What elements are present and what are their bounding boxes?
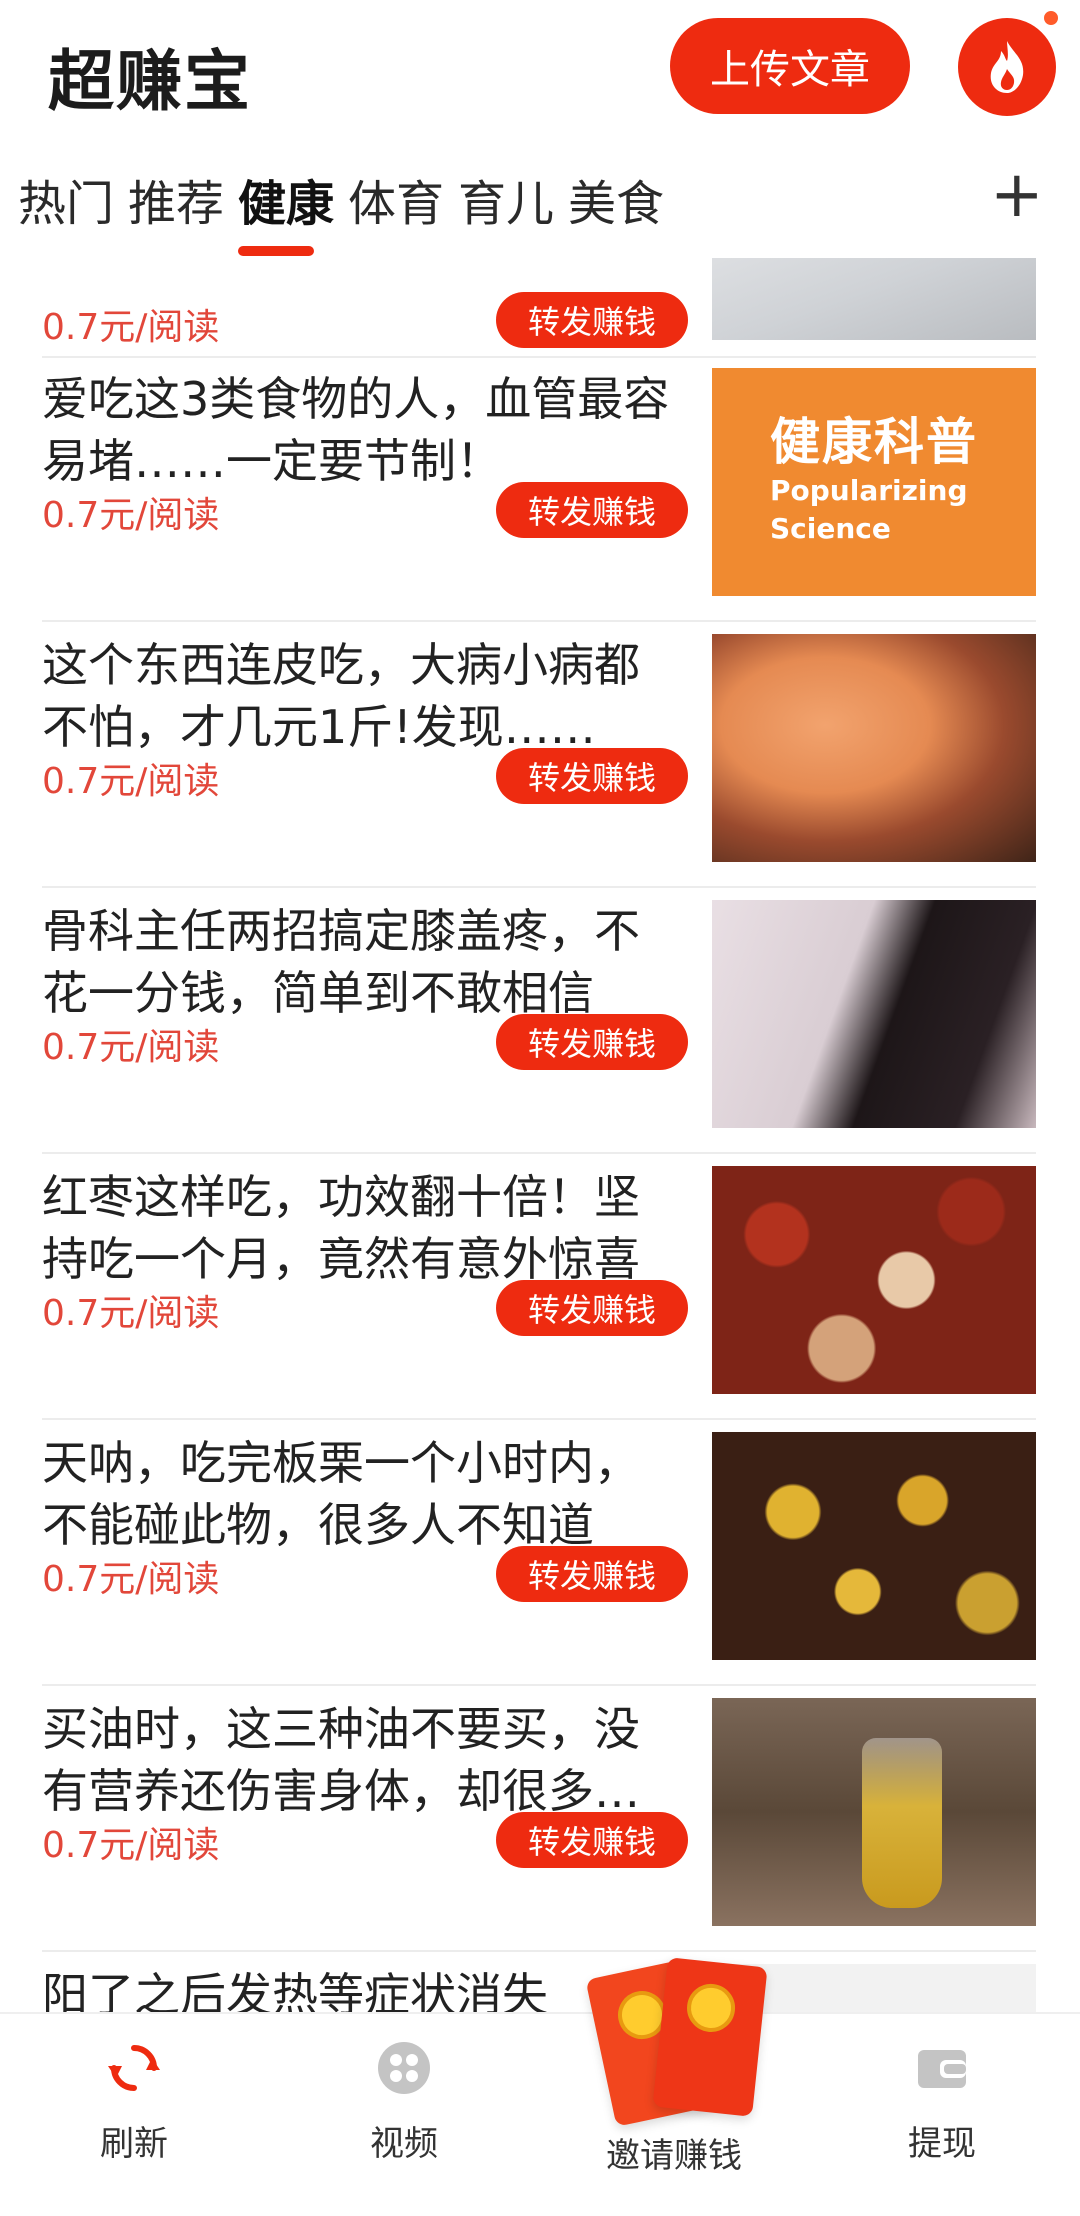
divider [42, 356, 1036, 358]
article-thumbnail [712, 1698, 1036, 1926]
hot-button[interactable] [958, 18, 1056, 116]
upload-article-button[interactable]: 上传文章 [670, 18, 910, 114]
active-tab-indicator [238, 246, 314, 256]
article-card[interactable]: 阳了之后发热等症状消失 [42, 1964, 1036, 2012]
nav-video[interactable]: 视频 [314, 2038, 494, 2165]
nav-label: 提现 [908, 2124, 976, 2164]
divider [42, 1152, 1036, 1154]
article-thumbnail [712, 634, 1036, 862]
article-price: 0.7元/阅读 [42, 761, 220, 802]
article-price: 0.7元/阅读 [42, 307, 220, 348]
nav-withdraw[interactable]: 提现 [852, 2038, 1032, 2165]
share-earn-button[interactable]: 转发赚钱 [496, 1014, 688, 1070]
share-earn-button[interactable]: 转发赚钱 [496, 292, 688, 348]
article-card[interactable]: 买油时，这三种油不要买，没有营养还伤害身体，却很多人买 0.7元/阅读 转发赚钱 [42, 1698, 1036, 1964]
article-card[interactable]: 骨科主任两招搞定膝盖疼，不花一分钱，简单到不敢相信 0.7元/阅读 转发赚钱 [42, 900, 1036, 1166]
article-card[interactable]: 天呐，吃完板栗一个小时内，不能碰此物，很多人不知道 0.7元/阅读 转发赚钱 [42, 1432, 1036, 1698]
tab-recommend[interactable]: 推荐 [128, 164, 224, 234]
article-price: 0.7元/阅读 [42, 1293, 220, 1334]
article-title: 骨科主任两招搞定膝盖疼，不花一分钱，简单到不敢相信 [42, 904, 640, 1020]
tab-health[interactable]: 健康 [238, 164, 334, 234]
tab-hot[interactable]: 热门 [18, 164, 114, 234]
article-thumbnail [712, 258, 1036, 340]
share-earn-button[interactable]: 转发赚钱 [496, 1812, 688, 1868]
share-earn-button[interactable]: 转发赚钱 [496, 1546, 688, 1602]
category-tabs: 热门 推荐 健康 体育 育儿 美食 + [0, 150, 1080, 258]
tab-food[interactable]: 美食 [568, 164, 664, 234]
divider [42, 1684, 1036, 1686]
nav-refresh[interactable]: 刷新 [44, 2038, 224, 2165]
thumbnail-caption-en: Popularizing Science [770, 472, 968, 548]
divider [42, 886, 1036, 888]
thumbnail-caption-en-line: Popularizing [770, 474, 968, 507]
video-icon [374, 2038, 434, 2098]
article-title: 天呐，吃完板栗一个小时内，不能碰此物，很多人不知道 [42, 1436, 640, 1552]
oil-bottle-graphic [862, 1738, 942, 1908]
red-packet-envelope [652, 1957, 768, 2117]
nav-label: 视频 [370, 2124, 438, 2164]
nav-invite[interactable]: 邀请赚钱 [584, 2110, 764, 2177]
article-thumbnail [712, 1166, 1036, 1394]
article-thumbnail: 健康科普 Popularizing Science [712, 368, 1036, 596]
article-title: 爱吃这3类食物的人，血管最容易堵……一定要节制！ [42, 372, 670, 488]
divider [42, 1950, 1036, 1952]
article-price: 0.7元/阅读 [42, 1825, 220, 1866]
article-thumbnail [712, 900, 1036, 1128]
flame-icon [990, 41, 1024, 93]
wallet-icon [912, 2038, 972, 2098]
share-earn-button[interactable]: 转发赚钱 [496, 1280, 688, 1336]
article-card[interactable]: 红枣这样吃，功效翻十倍！坚持吃一个月，竟然有意外惊喜 0.7元/阅读 转发赚钱 [42, 1166, 1036, 1432]
article-card[interactable]: 这个东西连皮吃，大病小病都不怕，才几元1斤!发现…… 0.7元/阅读 转发赚钱 [42, 634, 1036, 900]
divider [42, 1418, 1036, 1420]
article-card[interactable]: 爱吃这3类食物的人，血管最容易堵……一定要节制！ 健康科普 Popularizi… [42, 368, 1036, 634]
red-packet-icon[interactable] [585, 1957, 770, 2127]
article-price: 0.7元/阅读 [42, 1559, 220, 1600]
app-title: 超赚宝 [48, 43, 252, 120]
article-title: 这个东西连皮吃，大病小病都不怕，才几元1斤!发现…… [42, 638, 640, 754]
article-feed[interactable]: 0.7元/阅读 转发赚钱 爱吃这3类食物的人，血管最容易堵……一定要节制！ 健康… [0, 258, 1080, 2012]
nav-label: 刷新 [100, 2124, 168, 2164]
article-price: 0.7元/阅读 [42, 1027, 220, 1068]
bottom-navigation: 刷新 视频 邀请赚钱 提现 [0, 2012, 1080, 2216]
article-thumbnail [712, 1432, 1036, 1660]
share-earn-button[interactable]: 转发赚钱 [496, 482, 688, 538]
refresh-icon [104, 2038, 164, 2098]
coin-icon [684, 1981, 738, 2035]
article-price: 0.7元/阅读 [42, 495, 220, 536]
article-title: 红枣这样吃，功效翻十倍！坚持吃一个月，竟然有意外惊喜 [42, 1170, 640, 1286]
divider [42, 620, 1036, 622]
article-title: 买油时，这三种油不要买，没有营养还伤害身体，却很多人买 [42, 1702, 640, 1818]
tab-sports[interactable]: 体育 [348, 164, 444, 234]
app-header: 超赚宝 上传文章 [0, 0, 1080, 150]
tab-parenting[interactable]: 育儿 [458, 164, 554, 234]
share-earn-button[interactable]: 转发赚钱 [496, 748, 688, 804]
thumbnail-caption-en-line: Science [770, 512, 891, 545]
article-title: 阳了之后发热等症状消失 [42, 1968, 548, 2012]
add-tab-button[interactable]: + [990, 158, 1044, 232]
thumbnail-caption: 健康科普 [770, 413, 978, 471]
notification-dot [1041, 8, 1061, 28]
nav-label: 邀请赚钱 [606, 2136, 742, 2176]
